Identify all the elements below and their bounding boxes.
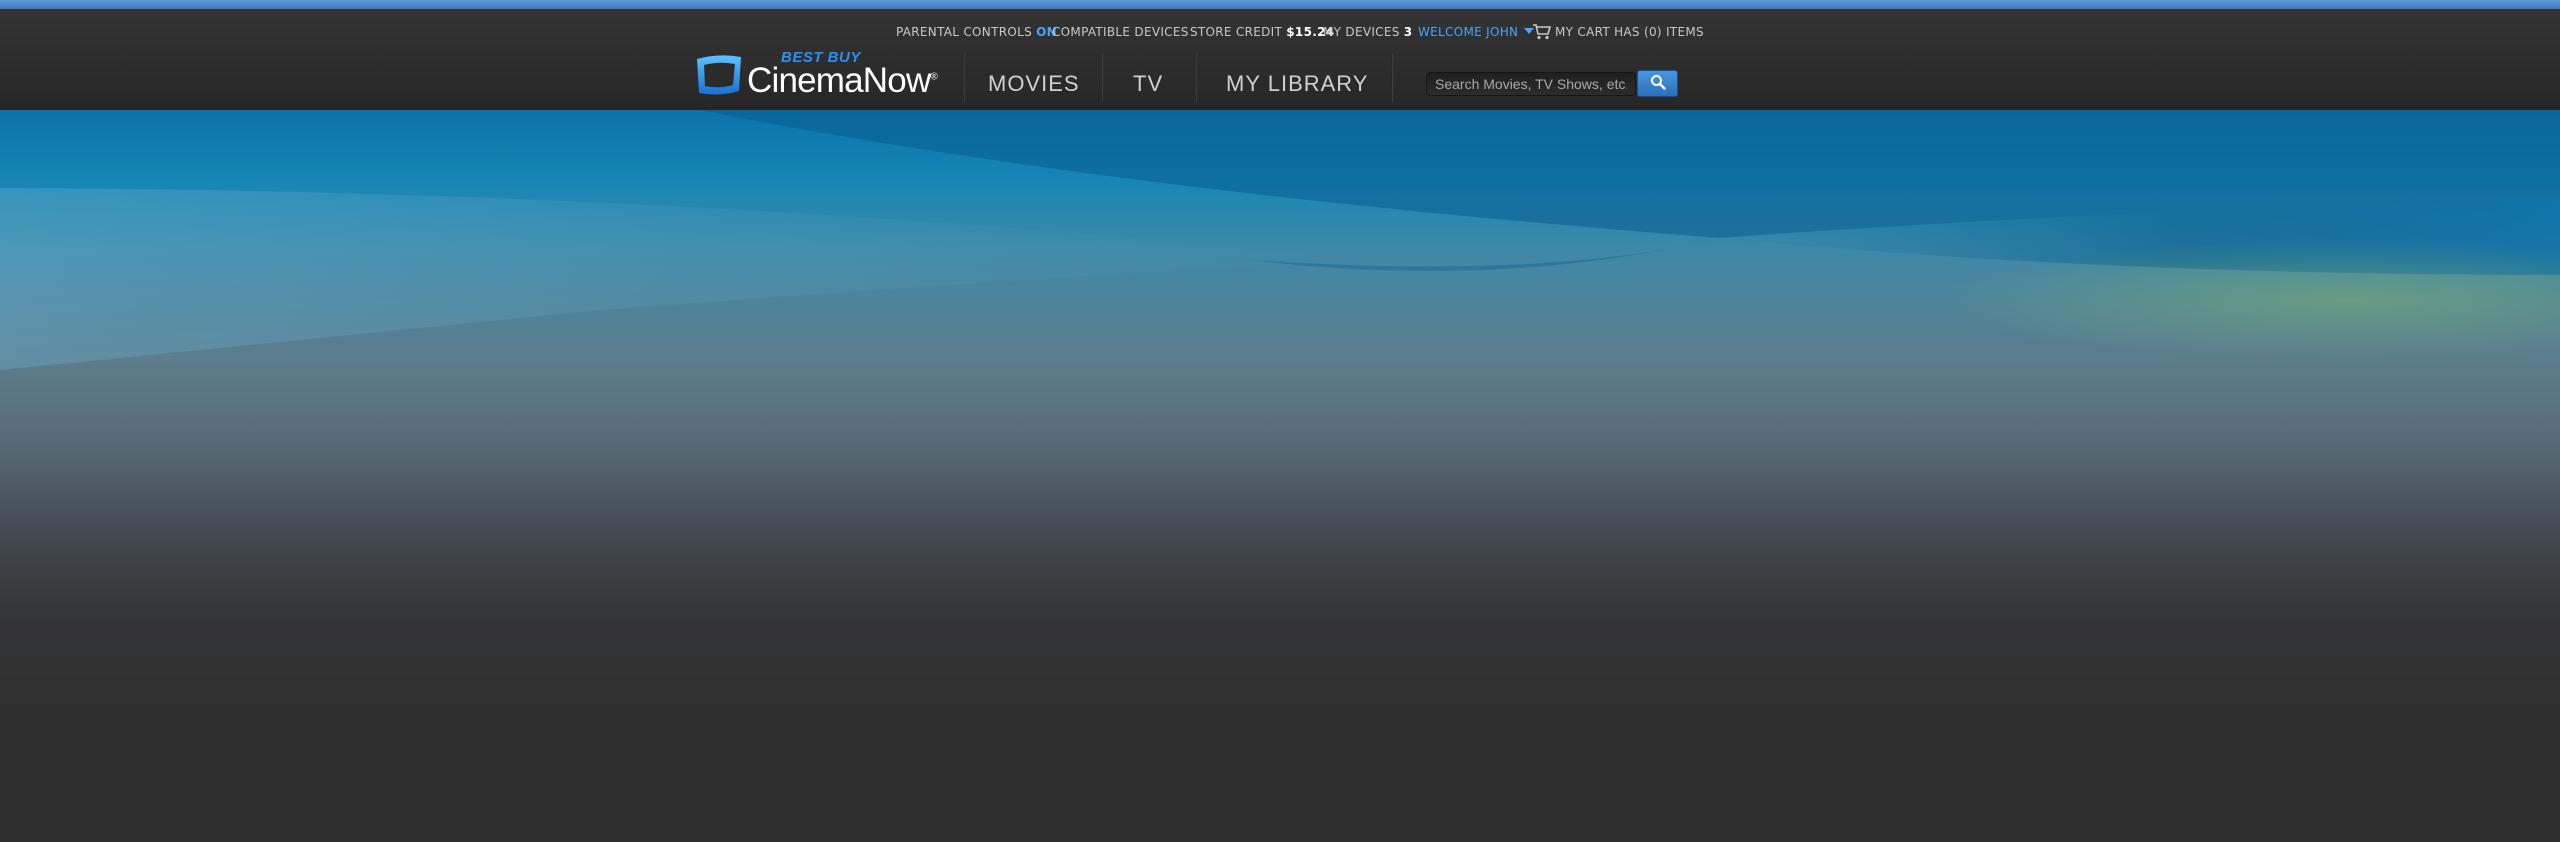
cart-icon (1533, 21, 1552, 51)
brand-name: CinemaNow (747, 61, 931, 100)
nav-divider (963, 54, 965, 102)
welcome-user-menu[interactable]: WELCOME JOHN (1418, 17, 1535, 47)
cinemanow-wordmark: CinemaNow® (747, 61, 938, 101)
compatible-devices-link[interactable]: COMPATIBLE DEVICES (1052, 17, 1189, 47)
trademark-symbol: ® (930, 71, 937, 83)
top-accent-strip (0, 0, 2560, 9)
magnifier-icon (1650, 74, 1666, 94)
search-button[interactable] (1637, 70, 1678, 97)
nav-my-library[interactable]: MY LIBRARY (1226, 64, 1368, 104)
hero-waves (0, 110, 2560, 370)
nav-movies[interactable]: MOVIES (988, 64, 1080, 104)
utility-bar: PARENTAL CONTROLS ON COMPATIBLE DEVICES … (0, 17, 2560, 47)
tv-screen-icon (693, 53, 745, 101)
my-devices-link[interactable]: MY DEVICES 3 (1323, 17, 1412, 47)
parental-controls-link[interactable]: PARENTAL CONTROLS ON (896, 17, 1057, 47)
search-input[interactable] (1426, 72, 1636, 96)
store-credit-label: STORE CREDIT (1190, 25, 1283, 39)
cart-link[interactable]: MY CART HAS (0) ITEMS (1533, 17, 1704, 47)
cart-label: MY CART HAS (0) ITEMS (1555, 25, 1704, 39)
cinemanow-logo[interactable]: BEST BUY CinemaNow® (693, 47, 938, 102)
welcome-user-label: WELCOME JOHN (1418, 25, 1519, 39)
nav-divider (1101, 54, 1103, 102)
hero-background (0, 110, 2560, 842)
my-devices-label: MY DEVICES (1323, 25, 1400, 39)
nav-divider (1195, 54, 1197, 102)
store-credit-link[interactable]: STORE CREDIT $15.24 (1190, 17, 1334, 47)
my-devices-count: 3 (1403, 25, 1413, 39)
nav-divider (1391, 54, 1393, 102)
site-header: PARENTAL CONTROLS ON COMPATIBLE DEVICES … (0, 9, 2560, 111)
nav-tv[interactable]: TV (1133, 64, 1163, 104)
parental-controls-label: PARENTAL CONTROLS (896, 25, 1032, 39)
